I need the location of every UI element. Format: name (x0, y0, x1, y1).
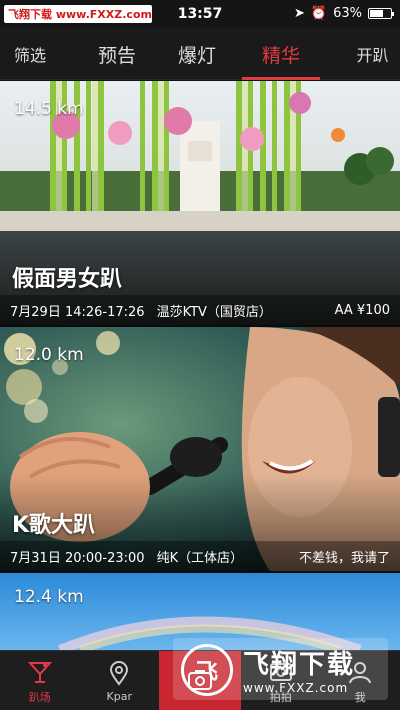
battery-icon (368, 8, 394, 19)
party-feed[interactable]: 14.5 km 假面男女趴 7月29日 14:26-17:26 温莎KTV（国贸… (0, 81, 400, 650)
distance-label: 14.5 km (14, 99, 84, 119)
cocktail-icon (25, 657, 55, 687)
nav-item-kpar[interactable]: Kpar (80, 651, 160, 710)
watermark-name: 飞翔下载 (243, 649, 356, 680)
create-party-button[interactable]: 开趴 (345, 28, 400, 80)
filter-button[interactable]: 筛选 (0, 28, 60, 80)
watermark-logo-icon: 飞 (181, 644, 233, 696)
party-date: 7月29日 14:26-17:26 (10, 304, 145, 320)
distance-label: 12.4 km (14, 587, 84, 607)
alarm-icon: ⏰ (310, 6, 328, 21)
party-title: 假面男女趴 (12, 267, 123, 292)
location-arrow-icon: ➤ (294, 6, 305, 21)
watermark-url: www.FXXZ.com (243, 680, 349, 695)
battery-fill (370, 10, 383, 17)
location-pin-icon (104, 658, 134, 688)
tab-preview[interactable]: 预告 (82, 28, 152, 80)
nav-label: Kpar (106, 690, 132, 703)
party-venue: 温莎KTV（国贸店） (156, 304, 272, 320)
nav-label: 趴场 (28, 690, 51, 704)
nav-item-party-venue[interactable]: 趴场 (0, 651, 80, 710)
battery-percent: 63% (333, 6, 362, 21)
distance-label: 12.0 km (14, 345, 84, 365)
tab-featured[interactable]: 精华 (242, 28, 320, 80)
party-card[interactable]: 12.0 km K歌大趴 7月31日 20:00-23:00 纯K（工体店） 不… (0, 327, 400, 571)
party-price: AA ¥100 (334, 302, 390, 318)
tab-header: 筛选 预告 爆灯 精华 开趴 (0, 28, 400, 80)
party-title: K歌大趴 (12, 513, 96, 538)
party-venue: 纯K（工体店） (156, 550, 244, 566)
party-info-bar: 7月31日 20:00-23:00 纯K（工体店） 不差钱，我请了 (0, 541, 400, 571)
party-date: 7月31日 20:00-23:00 (10, 550, 145, 566)
party-info-bar: 7月29日 14:26-17:26 温莎KTV（国贸店） AA ¥100 (0, 295, 400, 325)
status-bar: 飞翔下载 www.FXXZ.com 13:57 ➤ ⏰ 63% (0, 0, 400, 28)
party-card[interactable]: 14.5 km 假面男女趴 7月29日 14:26-17:26 温莎KTV（国贸… (0, 81, 400, 325)
tab-hot[interactable]: 爆灯 (162, 28, 232, 80)
active-tab-indicator (242, 77, 320, 80)
watermark-overlay: 飞 飞翔下载 www.FXXZ.com (173, 638, 388, 700)
status-indicators: ➤ ⏰ 63% (294, 6, 394, 21)
party-price: 不差钱，我请了 (298, 550, 390, 566)
